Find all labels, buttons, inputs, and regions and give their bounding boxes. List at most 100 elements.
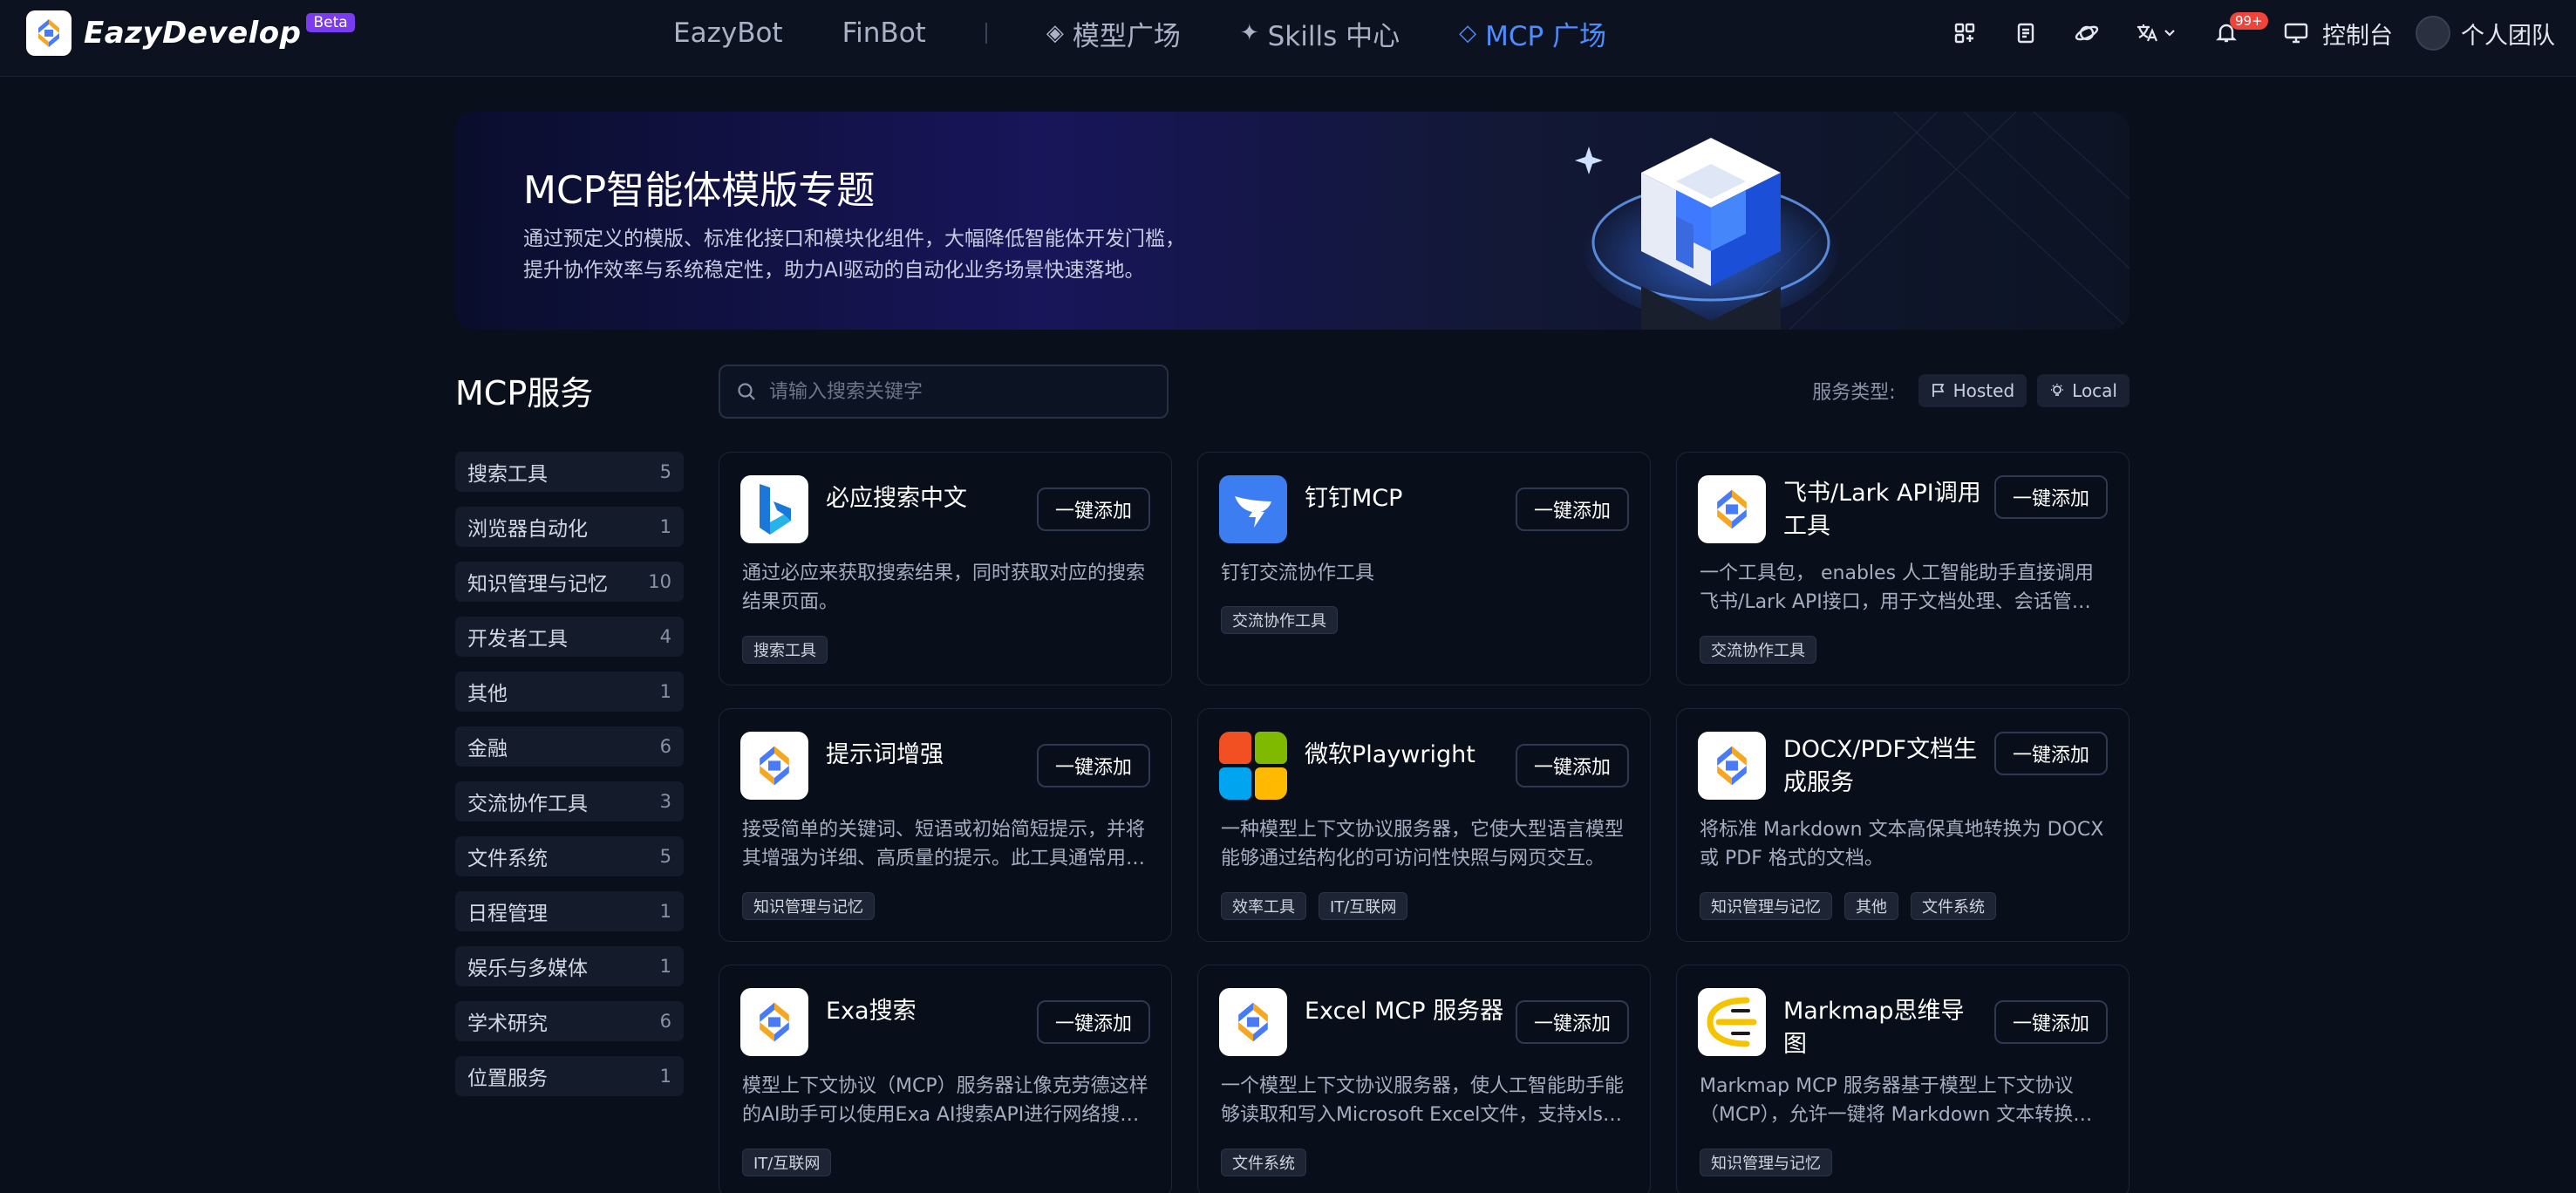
category-count: 5 (659, 846, 671, 867)
search-input[interactable] (769, 380, 1153, 403)
language-icon[interactable] (2132, 17, 2181, 49)
monitor-icon[interactable] (2280, 17, 2312, 49)
mcp-card[interactable]: 必应搜索中文 一键添加 通过必应来获取搜索结果，同时获取对应的搜索结果页面。 搜… (719, 452, 1172, 685)
mcp-card[interactable]: Exa搜索 一键添加 模型上下文协议（MCP）服务器让像克劳德这样的AI助手可以… (719, 965, 1172, 1193)
tag[interactable]: 其他 (1844, 892, 1898, 920)
mcp-card[interactable]: 提示词增强 一键添加 接受简单的关键词、短语或初始简短提示，并将其增强为详细、高… (719, 708, 1172, 942)
top-nav: EazyDevelop Beta EazyBot FinBot ◈ 模型广场 ✦… (0, 0, 2576, 77)
nav-link-label: 模型广场 (1072, 20, 1181, 52)
nav-link-label: MCP 广场 (1485, 20, 1607, 52)
category-label: 金融 (467, 738, 508, 760)
category-item[interactable]: 学术研究 6 (455, 1001, 684, 1041)
category-item[interactable]: 文件系统 5 (455, 836, 684, 876)
filter-label: 服务类型: (1812, 382, 1896, 404)
mcp-card[interactable]: 飞书/Lark API调用工具 一键添加 一个工具包， enables 人工智能… (1676, 452, 2130, 685)
filter-hosted-button[interactable]: Hosted (1918, 374, 2027, 407)
mcp-card[interactable]: Markmap思维导图 一键添加 Markmap MCP 服务器基于模型上下文协… (1676, 965, 2130, 1193)
category-count: 1 (659, 516, 671, 537)
add-button[interactable]: 一键添加 (1516, 744, 1629, 787)
nav-link-mcp[interactable]: ◇ MCP 广场 (1459, 14, 1606, 53)
filter-local-button[interactable]: Local (2037, 374, 2130, 407)
category-item[interactable]: 娱乐与多媒体 1 (455, 946, 684, 986)
card-title: Excel MCP 服务器 (1305, 998, 1504, 1025)
add-button[interactable]: 一键添加 (1994, 475, 2108, 519)
add-button[interactable]: 一键添加 (1037, 1000, 1150, 1044)
category-item[interactable]: 浏览器自动化 1 (455, 507, 684, 547)
bell-icon[interactable]: 99+ (2211, 12, 2268, 49)
add-button[interactable]: 一键添加 (1037, 487, 1150, 531)
eazy-logo-icon (740, 988, 808, 1056)
card-tags: 搜索工具 (742, 636, 840, 664)
document-icon[interactable] (2010, 17, 2041, 49)
mcp-card[interactable]: 钉钉MCP 一键添加 钉钉交流协作工具 交流协作工具 (1197, 452, 1651, 685)
mcp-card[interactable]: Excel MCP 服务器 一键添加 一个模型上下文协议服务器，使人工智能助手能… (1197, 965, 1651, 1193)
category-label: 交流协作工具 (467, 793, 588, 815)
section-title: MCP服务 (455, 374, 594, 412)
tag[interactable]: 文件系统 (1911, 892, 1996, 920)
search-box[interactable] (719, 365, 1169, 419)
tag[interactable]: 交流协作工具 (1221, 606, 1338, 634)
add-button[interactable]: 一键添加 (1516, 1000, 1629, 1044)
mcp-card[interactable]: 微软Playwright 一键添加 一种模型上下文协议服务器，它使大型语言模型能… (1197, 708, 1651, 942)
card-tags: 交流协作工具 (1221, 606, 1350, 634)
eazy-logo-icon (740, 732, 808, 800)
tag[interactable]: IT/互联网 (1319, 892, 1408, 920)
filter-hosted-label: Hosted (1952, 380, 2015, 401)
category-item[interactable]: 其他 1 (455, 671, 684, 712)
add-button[interactable]: 一键添加 (1516, 487, 1629, 531)
category-count: 1 (659, 901, 671, 922)
category-item[interactable]: 交流协作工具 3 (455, 781, 684, 821)
category-label: 搜索工具 (467, 463, 548, 486)
diamond-icon: ◈ (1046, 20, 1064, 46)
card-tags: 交流协作工具 (1700, 636, 1829, 664)
mcp-card[interactable]: DOCX/PDF文档生成服务 一键添加 将标准 Markdown 文本高保真地转… (1676, 708, 2130, 942)
card-tags: 知识管理与记忆 (1700, 1149, 1844, 1176)
card-tags: 知识管理与记忆 (742, 892, 887, 920)
category-label: 浏览器自动化 (467, 518, 588, 541)
category-item[interactable]: 开发者工具 4 (455, 617, 684, 657)
avatar[interactable] (2416, 16, 2450, 51)
brand[interactable]: EazyDevelop Beta (26, 10, 355, 56)
category-item[interactable]: 位置服务 1 (455, 1056, 684, 1096)
category-item[interactable]: 日程管理 1 (455, 891, 684, 931)
nav-links: EazyBot FinBot ◈ 模型广场 ✦ Skills 中心 ◇ MCP … (673, 0, 1666, 66)
eazy-logo-icon (1698, 475, 1766, 543)
tag[interactable]: IT/互联网 (742, 1149, 832, 1176)
category-sidebar: 搜索工具 5 浏览器自动化 1 知识管理与记忆 10 开发者工具 4 其他 1 金融 6 交… (455, 452, 684, 1111)
card-tags: IT/互联网 (742, 1149, 843, 1176)
tag[interactable]: 搜索工具 (742, 636, 828, 664)
category-count: 1 (659, 681, 671, 702)
card-tags: 文件系统 (1221, 1149, 1319, 1176)
markmap-icon (1698, 988, 1766, 1056)
add-button[interactable]: 一键添加 (1994, 732, 2108, 775)
add-button[interactable]: 一键添加 (1037, 744, 1150, 787)
card-title: Markmap思维导图 (1783, 998, 1965, 1058)
nav-link-finbot[interactable]: FinBot (842, 17, 926, 49)
tag[interactable]: 效率工具 (1221, 892, 1306, 920)
nav-link-skills[interactable]: ✦ Skills 中心 (1240, 14, 1400, 53)
console-link[interactable]: 控制台 (2322, 17, 2393, 51)
add-button[interactable]: 一键添加 (1994, 1000, 2108, 1044)
card-description: Markmap MCP 服务器基于模型上下文协议（MCP），允许一键将 Mark… (1700, 1075, 2093, 1126)
tag[interactable]: 知识管理与记忆 (1700, 1149, 1832, 1176)
category-item[interactable]: 知识管理与记忆 10 (455, 562, 684, 602)
category-item[interactable]: 金融 6 (455, 726, 684, 767)
nav-link-model-square[interactable]: ◈ 模型广场 (1046, 14, 1181, 53)
cube-illustration (1575, 112, 2130, 330)
tag[interactable]: 交流协作工具 (1700, 636, 1816, 664)
nav-link-label: FinBot (842, 17, 926, 49)
category-label: 开发者工具 (467, 628, 568, 651)
tag[interactable]: 知识管理与记忆 (1700, 892, 1832, 920)
category-label: 其他 (467, 683, 508, 706)
nav-link-label: EazyBot (673, 17, 783, 49)
tag[interactable]: 知识管理与记忆 (742, 892, 875, 920)
category-item[interactable]: 搜索工具 5 (455, 452, 684, 492)
planet-icon[interactable] (2071, 17, 2102, 49)
notification-count-badge: 99+ (2230, 12, 2268, 30)
apps-icon[interactable] (1949, 17, 1980, 49)
category-label: 文件系统 (467, 848, 548, 870)
tag[interactable]: 文件系统 (1221, 1149, 1306, 1176)
team-switcher[interactable]: 个人团队 (2461, 17, 2555, 51)
category-label: 知识管理与记忆 (467, 573, 608, 596)
nav-link-eazybot[interactable]: EazyBot (673, 17, 783, 49)
